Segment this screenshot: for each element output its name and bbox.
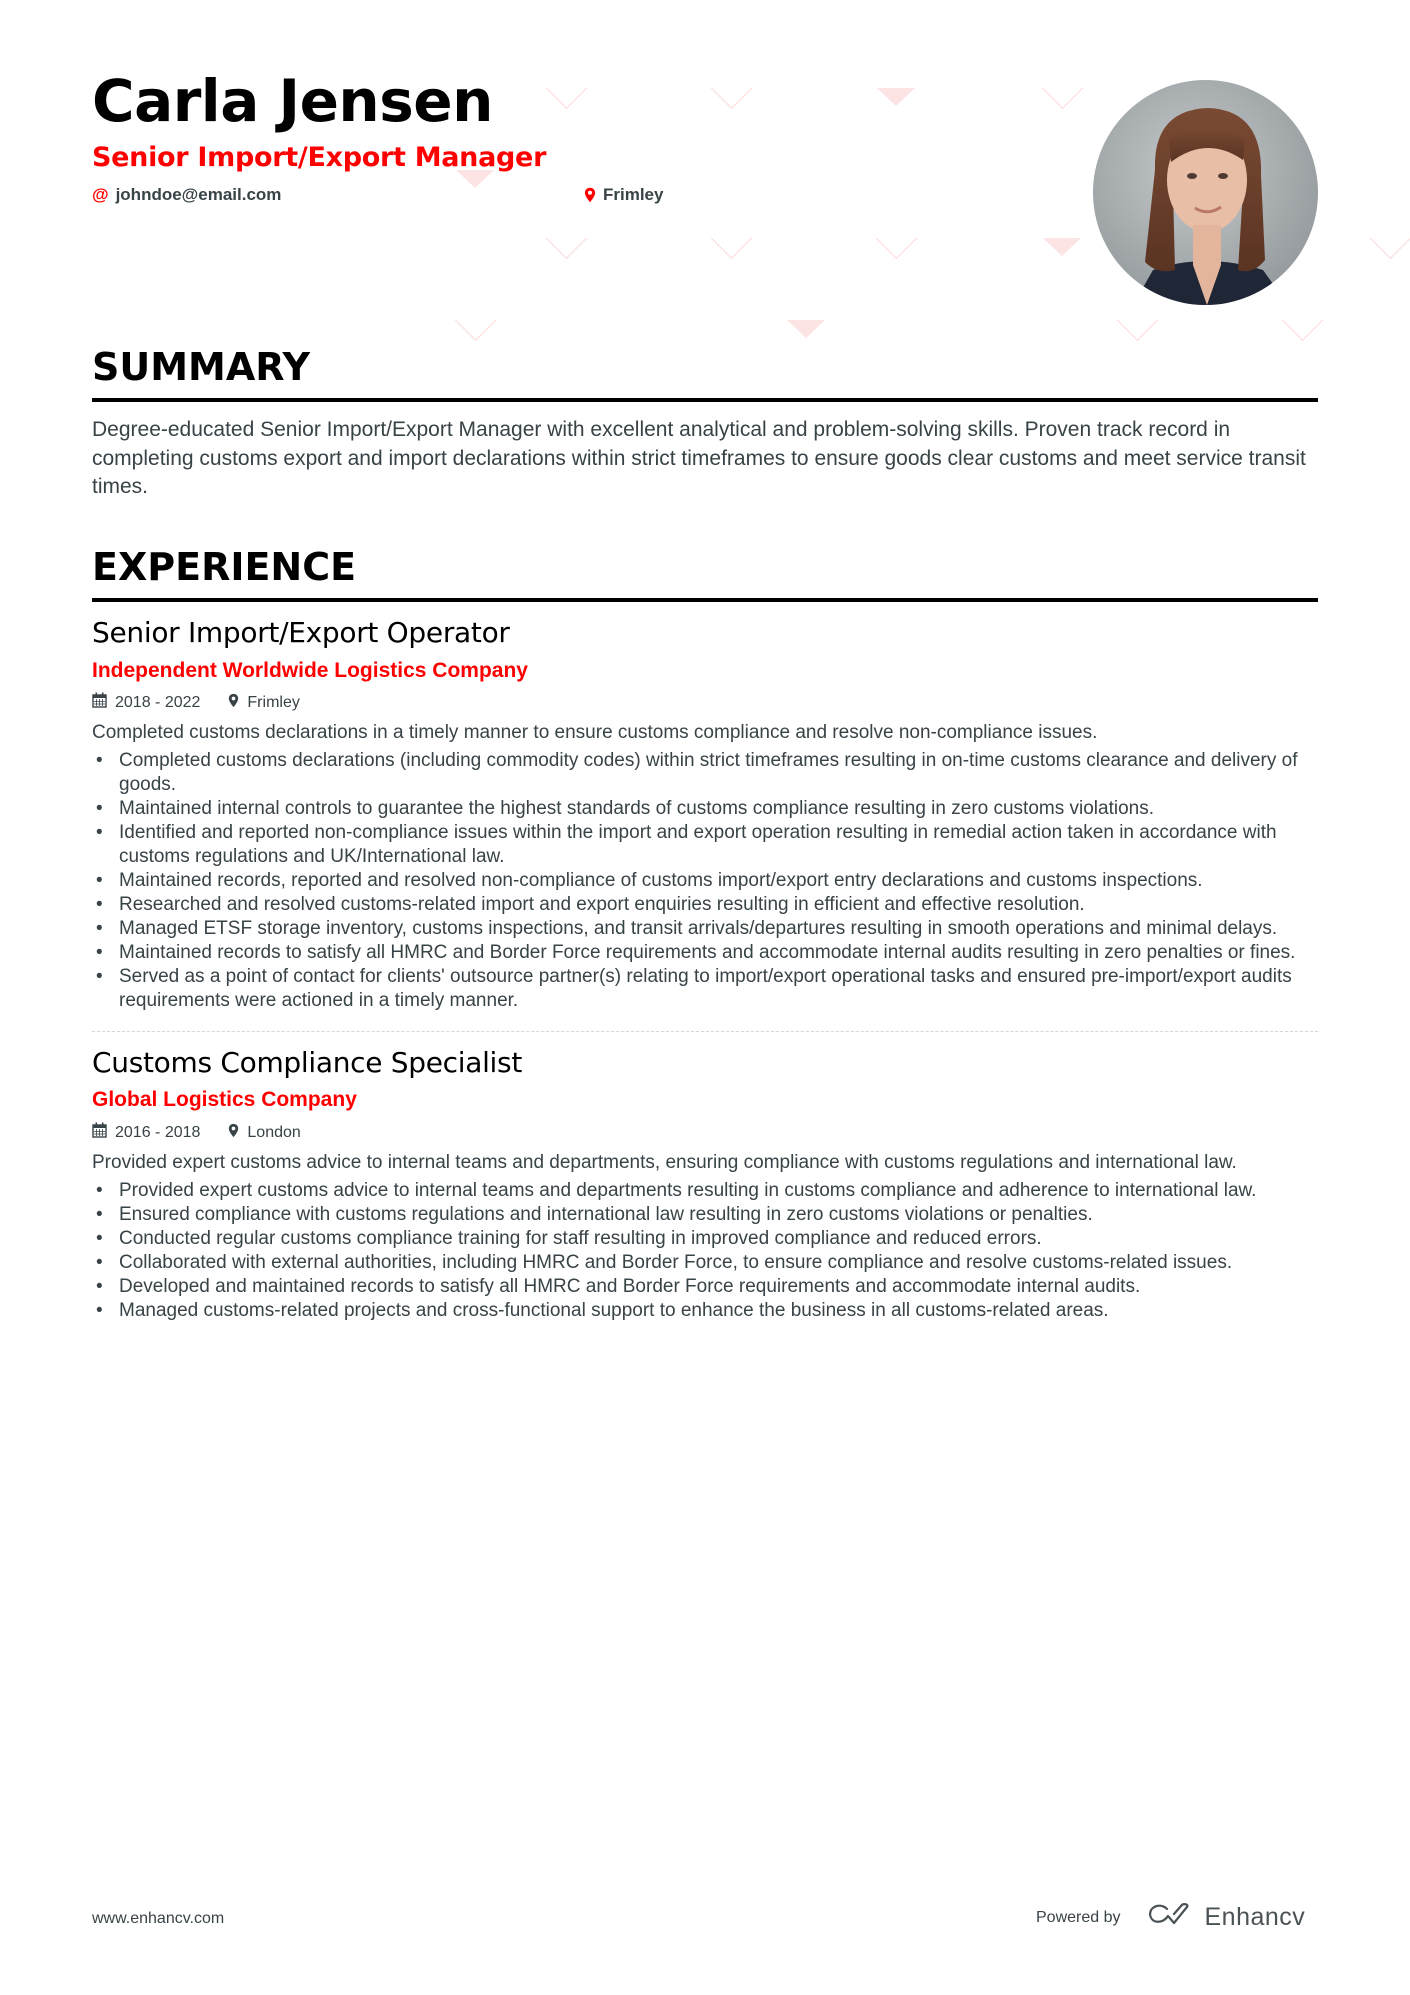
- resume-header: Carla Jensen Senior Import/Export Manage…: [92, 72, 1072, 207]
- job-location: London: [228, 1123, 301, 1143]
- dates-text: 2016 - 2018: [115, 1123, 201, 1141]
- experience-section: EXPERIENCE Senior Import/Export Operator…: [92, 548, 1318, 1323]
- bullet-item: Managed ETSF storage inventory, customs …: [92, 917, 1318, 941]
- map-pin-icon: [584, 187, 596, 203]
- location-text: Frimley: [603, 185, 664, 204]
- location-text: London: [247, 1123, 301, 1141]
- email-text: johndoe@email.com: [115, 185, 282, 204]
- chevron-decoration: [710, 217, 753, 260]
- job-meta: 2018 - 2022 Frimley: [92, 692, 1318, 713]
- location-text: Frimley: [247, 693, 300, 711]
- calendar-icon: [92, 1122, 107, 1143]
- contact-location: Frimley: [584, 185, 663, 205]
- chevron-decoration: [454, 299, 497, 342]
- entry-divider: [92, 1030, 1318, 1032]
- bullet-item: Completed customs declarations (includin…: [92, 749, 1318, 797]
- bullet-item: Managed customs-related projects and cro…: [92, 1299, 1318, 1323]
- map-pin-icon: [228, 1123, 239, 1143]
- chevron-decoration: [1281, 299, 1324, 342]
- bullet-item: Maintained records to satisfy all HMRC a…: [92, 941, 1318, 965]
- bullet-item: Maintained internal controls to guarante…: [92, 797, 1318, 821]
- calendar-icon: [92, 692, 107, 713]
- bullet-item: Researched and resolved customs-related …: [92, 893, 1318, 917]
- bullet-item: Collaborated with external authorities, …: [92, 1251, 1318, 1275]
- dates-text: 2018 - 2022: [115, 693, 201, 711]
- bullet-item: Ensured compliance with customs regulati…: [92, 1203, 1318, 1227]
- enhancv-logo-icon: [1147, 1902, 1193, 1933]
- triangle-decoration: [787, 320, 825, 338]
- job-bullets: Completed customs declarations (includin…: [92, 749, 1318, 1013]
- chevron-decoration: [545, 217, 588, 260]
- brand-name: Enhancv: [1204, 1903, 1306, 1931]
- job-description: Completed customs declarations in a time…: [92, 721, 1098, 743]
- profile-photo: [1093, 80, 1318, 305]
- at-icon: @: [92, 185, 109, 204]
- footer-website-link[interactable]: www.enhancv.com: [92, 1910, 224, 1928]
- job-meta: 2016 - 2018 London: [92, 1122, 1318, 1143]
- candidate-title: Senior Import/Export Manager: [92, 142, 547, 173]
- experience-entry: Senior Import/Export Operator Independen…: [92, 616, 1318, 1032]
- bullet-item: Developed and maintained records to sati…: [92, 1275, 1318, 1299]
- powered-by-label: Powered by: [1036, 1908, 1121, 1926]
- contact-row: @ johndoe@email.com Frimley: [92, 185, 1072, 207]
- job-location: Frimley: [228, 693, 300, 713]
- chevron-decoration: [875, 217, 918, 260]
- company-name: Independent Worldwide Logistics Company: [92, 658, 528, 682]
- company-name: Global Logistics Company: [92, 1088, 357, 1112]
- job-bullets: Provided expert customs advice to intern…: [92, 1179, 1318, 1323]
- map-pin-icon: [228, 693, 239, 713]
- enhancv-logo[interactable]: Enhancv: [1147, 1902, 1306, 1933]
- job-dates: 2016 - 2018: [92, 1122, 200, 1143]
- summary-section: SUMMARY Degree-educated Senior Import/Ex…: [92, 348, 1318, 502]
- candidate-name: Carla Jensen: [92, 67, 493, 135]
- job-title: Senior Import/Export Operator: [92, 616, 510, 649]
- bullet-item: Conducted regular customs compliance tra…: [92, 1227, 1318, 1251]
- summary-text: Degree-educated Senior Import/Export Man…: [92, 418, 1306, 498]
- summary-heading: SUMMARY: [92, 348, 1318, 402]
- job-dates: 2018 - 2022: [92, 692, 200, 713]
- experience-heading: EXPERIENCE: [92, 548, 1318, 602]
- contact-email[interactable]: @ johndoe@email.com: [92, 185, 281, 205]
- bullet-item: Identified and reported non-compliance i…: [92, 821, 1318, 869]
- experience-entry: Customs Compliance Specialist Global Log…: [92, 1046, 1318, 1323]
- chevron-decoration: [1116, 299, 1159, 342]
- triangle-decoration: [1043, 238, 1081, 256]
- bullet-item: Provided expert customs advice to intern…: [92, 1179, 1318, 1203]
- job-title: Customs Compliance Specialist: [92, 1045, 523, 1079]
- chevron-decoration: [1369, 217, 1410, 260]
- footer-branding: Powered by Enhancv: [1036, 1902, 1305, 1933]
- bullet-item: Maintained records, reported and resolve…: [92, 869, 1318, 893]
- job-description: Provided expert customs advice to intern…: [92, 1151, 1237, 1173]
- bullet-item: Served as a point of contact for clients…: [92, 965, 1318, 1013]
